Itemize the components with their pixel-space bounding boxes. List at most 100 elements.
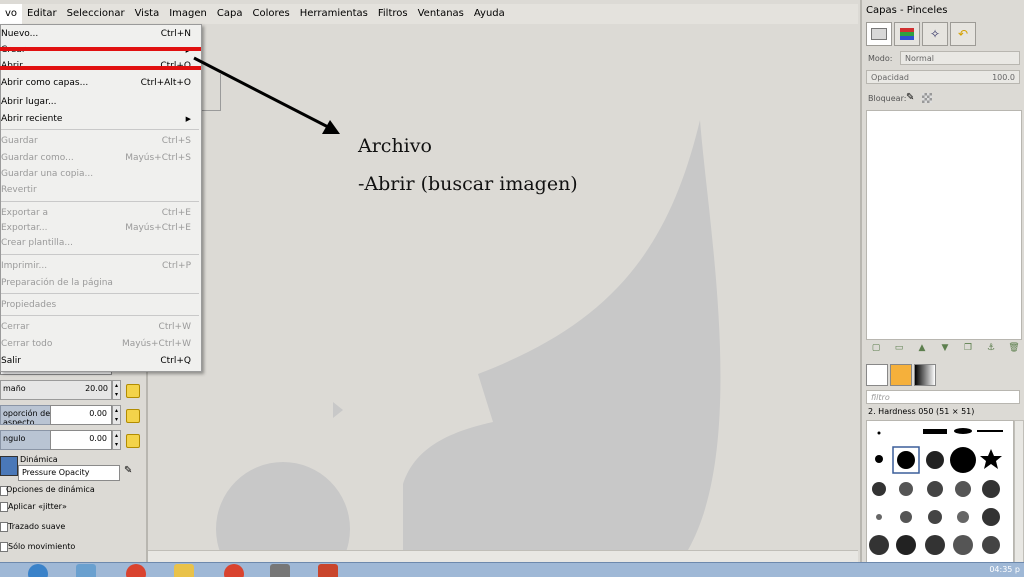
smooth-stroke-label: Trazado suave	[8, 522, 66, 531]
menu-item-label: Crear plantilla...	[1, 238, 73, 248]
jitter-label: Aplicar «jitter»	[8, 502, 67, 511]
file-menu: Nuevo... Ctrl+N Crear ▶ Abrir... Ctrl+O …	[0, 24, 202, 372]
duplicate-layer-icon[interactable]: ❐	[962, 342, 974, 354]
angle-field[interactable]: 0.00	[50, 430, 112, 450]
size-spin-button[interactable]: ▴ ▾	[112, 380, 121, 400]
lower-layer-icon[interactable]: ▼	[939, 342, 951, 354]
smooth-stroke-checkbox[interactable]	[0, 522, 8, 532]
folder-icon[interactable]	[174, 564, 194, 577]
menu-item-label: Abrir como capas...	[1, 78, 89, 88]
explorer-icon[interactable]	[76, 564, 96, 577]
size-reset-button[interactable]	[126, 384, 140, 398]
mode-select[interactable]: Normal	[900, 51, 1020, 65]
menu-item-print[interactable]: Imprimir... Ctrl+P	[1, 258, 197, 274]
tab-paths[interactable]: ✧	[922, 22, 948, 46]
tab-layers[interactable]	[866, 22, 892, 46]
menu-edit[interactable]: Editar	[22, 4, 62, 24]
opacity-slider[interactable]: Opacidad 100.0	[866, 70, 1020, 84]
menu-item-export-to[interactable]: Exportar a Ctrl+E	[1, 205, 197, 221]
anchor-icon[interactable]: ⚓	[985, 342, 997, 354]
pattern-preview[interactable]	[890, 364, 912, 386]
menu-tools[interactable]: Herramientas	[295, 4, 373, 24]
menu-item-shortcut: Ctrl+E	[161, 208, 191, 218]
aspect-reset-button[interactable]	[126, 409, 140, 423]
mode-label: Modo:	[868, 54, 893, 63]
size-value: 20.00	[85, 384, 108, 393]
menu-view[interactable]: Vista	[130, 4, 165, 24]
browser-icon[interactable]	[224, 564, 244, 577]
aspect-spin-button[interactable]: ▴ ▾	[112, 405, 121, 425]
menu-layer[interactable]: Capa	[212, 4, 248, 24]
menu-item-create-template[interactable]: Crear plantilla...	[1, 235, 197, 251]
delete-layer-icon[interactable]: 🗑	[1008, 342, 1020, 354]
angle-slider[interactable]: ngulo	[0, 430, 52, 450]
dock-tabs: ✧ ↶	[866, 22, 976, 46]
motion-only-checkbox[interactable]	[0, 542, 8, 552]
new-layer-icon[interactable]: ▢	[870, 342, 882, 354]
menu-item-label: Exportar...	[1, 223, 48, 233]
menu-select[interactable]: Seleccionar	[62, 4, 130, 24]
menu-item-save-copy[interactable]: Guardar una copia...	[1, 166, 197, 182]
menu-help[interactable]: Ayuda	[469, 4, 510, 24]
menu-filters[interactable]: Filtros	[373, 4, 413, 24]
aspect-ratio-value: 0.00	[89, 409, 107, 418]
menu-item-save[interactable]: Guardar Ctrl+S	[1, 133, 197, 149]
menu-item-revert[interactable]: Revertir	[1, 182, 197, 198]
menu-item-open-as-layers[interactable]: Abrir como capas... Ctrl+Alt+O	[1, 75, 197, 91]
dynamics-icon[interactable]	[0, 456, 18, 476]
dock-title: Capas - Pinceles	[866, 5, 948, 16]
start-button-icon[interactable]	[28, 564, 48, 577]
menu-item-export[interactable]: Exportar... Mayús+Ctrl+E	[1, 220, 197, 236]
annotation-title: Archivo	[358, 135, 432, 157]
menu-file[interactable]: vo	[0, 4, 23, 24]
raise-layer-icon[interactable]: ▲	[916, 342, 928, 354]
opacity-label: Opacidad	[871, 73, 909, 82]
channels-icon	[900, 28, 914, 40]
layer-group-icon[interactable]: ▭	[893, 342, 905, 354]
menu-item-page-setup[interactable]: Preparación de la página	[1, 275, 197, 291]
brush-filter-input[interactable]: filtro	[866, 390, 1020, 404]
menu-item-open-location[interactable]: Abrir lugar...	[1, 94, 197, 110]
menu-item-new[interactable]: Nuevo... Ctrl+N	[1, 26, 197, 42]
gradient-preview[interactable]	[914, 364, 936, 386]
menu-item-label: Cerrar	[1, 322, 30, 332]
size-slider[interactable]: maño 20.00	[0, 380, 112, 400]
angle-spin-button[interactable]: ▴ ▾	[112, 430, 121, 450]
menu-separator	[1, 201, 199, 202]
brush-preview[interactable]	[866, 364, 888, 386]
annotation-instruction: -Abrir (buscar imagen)	[358, 173, 578, 195]
menu-item-close-all[interactable]: Cerrar todo Mayús+Ctrl+W	[1, 336, 197, 352]
paths-icon: ✧	[929, 27, 941, 41]
menu-windows[interactable]: Ventanas	[413, 4, 469, 24]
highlight-bottom-bar	[0, 66, 201, 70]
menu-item-open-recent[interactable]: Abrir reciente ▶	[1, 111, 197, 127]
menu-image[interactable]: Imagen	[164, 4, 212, 24]
tab-undo-history[interactable]: ↶	[950, 22, 976, 46]
chrome-icon[interactable]	[126, 564, 146, 577]
menu-item-save-as[interactable]: Guardar como... Mayús+Ctrl+S	[1, 150, 197, 166]
brush-scrollbar[interactable]	[1014, 420, 1024, 568]
lock-icon[interactable]	[922, 93, 932, 103]
layers-icon	[871, 28, 887, 40]
menu-item-label: Propiedades	[1, 300, 57, 310]
menubar: vo Editar Seleccionar Vista Imagen Capa …	[0, 4, 858, 25]
menu-colors[interactable]: Colores	[247, 4, 294, 24]
brush-icon[interactable]: ✎	[906, 92, 914, 103]
menu-item-close[interactable]: Cerrar Ctrl+W	[1, 319, 197, 335]
dynamics-options-label: Opciones de dinámica	[6, 485, 95, 494]
tab-channels[interactable]	[894, 22, 920, 46]
motion-only-label: Sólo movimiento	[8, 542, 76, 551]
aspect-ratio-slider[interactable]: oporción de aspecto	[0, 405, 52, 425]
dynamics-field[interactable]: Pressure Opacity	[18, 465, 120, 481]
menu-item-properties[interactable]: Propiedades	[1, 297, 197, 313]
brush-grid[interactable]	[866, 420, 1014, 568]
edit-dynamics-icon[interactable]: ✎	[124, 465, 132, 476]
jitter-checkbox[interactable]	[0, 502, 8, 512]
aspect-ratio-field[interactable]: 0.00	[50, 405, 112, 425]
powerpoint-icon[interactable]	[318, 564, 338, 577]
menu-item-quit[interactable]: Salir Ctrl+Q	[1, 353, 197, 369]
gimp-taskbar-icon[interactable]	[270, 564, 290, 577]
aspect-ratio-label: oporción de aspecto	[3, 409, 51, 425]
angle-reset-button[interactable]	[126, 434, 140, 448]
layers-list[interactable]	[866, 110, 1022, 340]
